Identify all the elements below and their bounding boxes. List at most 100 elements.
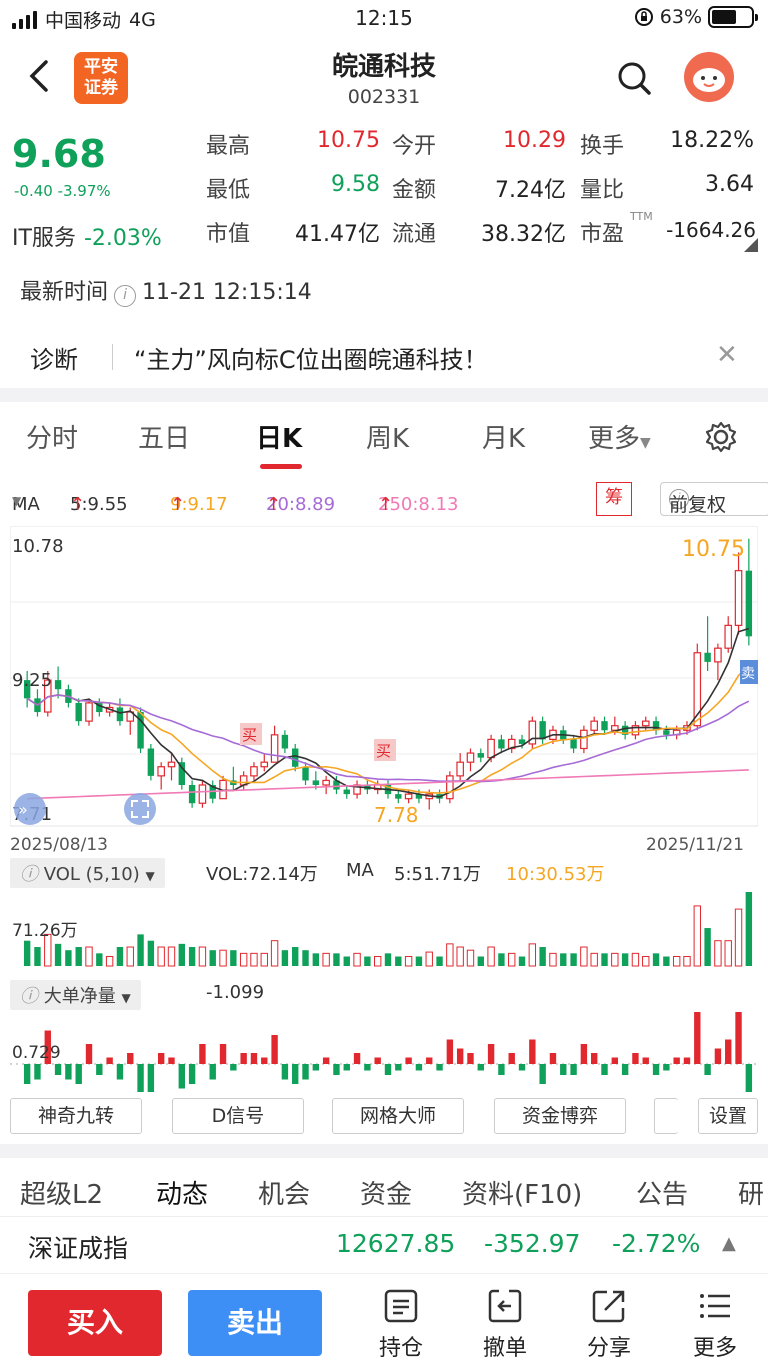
- candle[interactable]: [580, 729, 588, 750]
- tab-five-day[interactable]: 五日: [138, 418, 190, 455]
- volume-selector[interactable]: ⓘ VOL (5,10) ▼: [10, 858, 165, 888]
- candle[interactable]: [343, 789, 350, 795]
- volume-bar: [672, 956, 681, 967]
- volume-chart[interactable]: 71.26万: [10, 886, 758, 968]
- candle[interactable]: [590, 720, 598, 731]
- caret-icon: ▼: [145, 869, 155, 883]
- candle[interactable]: [498, 739, 505, 749]
- indicator-fund-game[interactable]: 资金博弈: [494, 1098, 626, 1134]
- tab-opportunity[interactable]: 机会: [258, 1174, 310, 1211]
- assistant-avatar-icon[interactable]: [684, 52, 734, 102]
- indicator-nine-turn[interactable]: 神奇九转: [10, 1098, 142, 1134]
- tab-news[interactable]: 动态: [156, 1174, 208, 1211]
- volume-bar: [436, 956, 443, 966]
- diagnosis-text[interactable]: “主力”风向标C位出圈皖通科技！: [134, 340, 488, 375]
- candle[interactable]: [292, 748, 299, 767]
- big-order-chart[interactable]: 0.729: [10, 1008, 758, 1092]
- tab-super-l2[interactable]: 超级L2: [20, 1174, 103, 1211]
- candle[interactable]: [714, 647, 722, 663]
- volume-bar: [230, 950, 237, 966]
- info-icon[interactable]: i: [114, 285, 137, 307]
- candle[interactable]: [477, 753, 484, 758]
- big-order-selector[interactable]: ⓘ 大单净量 ▼: [10, 980, 141, 1010]
- candle[interactable]: [734, 570, 743, 626]
- more-button[interactable]: 更多: [670, 1288, 760, 1362]
- close-icon[interactable]: ✕: [716, 340, 738, 370]
- big-order-bar: [96, 1064, 103, 1075]
- volume-bar: [302, 950, 309, 966]
- gear-icon[interactable]: [704, 420, 738, 454]
- candle[interactable]: [539, 721, 546, 740]
- indicator-settings[interactable]: 设置: [698, 1098, 758, 1134]
- candle[interactable]: [641, 720, 650, 727]
- indicator-grid-master[interactable]: 网格大师: [332, 1098, 464, 1134]
- tab-f10[interactable]: 资料(F10): [462, 1174, 582, 1211]
- candle[interactable]: [601, 721, 608, 731]
- tab-funds[interactable]: 资金: [360, 1174, 412, 1211]
- buy-button[interactable]: 买入: [28, 1290, 162, 1356]
- candle[interactable]: [487, 738, 495, 759]
- candle[interactable]: [404, 793, 413, 800]
- search-icon[interactable]: [616, 58, 652, 98]
- candle[interactable]: [75, 702, 82, 722]
- candle[interactable]: [147, 748, 155, 776]
- fullscreen-icon[interactable]: [124, 793, 156, 825]
- candle[interactable]: [745, 570, 753, 637]
- candle[interactable]: [116, 707, 124, 722]
- expand-corner-icon[interactable]: [744, 238, 758, 252]
- tab-research[interactable]: 研: [738, 1174, 764, 1211]
- volume-bar: [353, 952, 361, 967]
- info-icon: ⓘ: [20, 864, 44, 885]
- status-bar: 中国移动 4G 12:15 63%: [0, 0, 768, 40]
- index-ticker[interactable]: 深证成指 12627.85 -352.97 -2.72% ▲: [0, 1216, 768, 1274]
- header: 平安 证券 皖通科技 002331: [0, 40, 768, 118]
- candle[interactable]: [570, 739, 577, 749]
- tab-monthly-k[interactable]: 月K: [482, 418, 525, 455]
- sell-button[interactable]: 卖出: [188, 1290, 322, 1356]
- volume-bar: [75, 947, 82, 966]
- candle[interactable]: [198, 784, 207, 804]
- pe-ttm-tag: TTM: [630, 210, 653, 223]
- candle[interactable]: [395, 794, 402, 799]
- candle[interactable]: [85, 702, 93, 722]
- tab-more[interactable]: 更多▼: [588, 418, 651, 455]
- candle[interactable]: [312, 780, 320, 785]
- big-order-bar: [23, 1064, 31, 1084]
- chevron-up-icon[interactable]: ▲: [722, 1233, 736, 1254]
- candle[interactable]: [322, 779, 330, 786]
- tab-more-label: 更多: [588, 424, 641, 454]
- kline-chart[interactable]: 10.78 9.25 7.71 10.75 7.78 买 买 卖 » 2025/…: [10, 526, 758, 856]
- tab-daily-k[interactable]: 日K: [256, 418, 302, 455]
- adjustment-button[interactable]: i 前复权: [660, 482, 768, 516]
- candle[interactable]: [54, 680, 62, 690]
- candle[interactable]: [281, 734, 289, 749]
- tab-intraday[interactable]: 分时: [26, 418, 78, 455]
- chip-distribution-button[interactable]: 筹: [596, 482, 632, 516]
- candle[interactable]: [611, 725, 619, 731]
- candle[interactable]: [270, 734, 279, 763]
- share-button[interactable]: 分享: [564, 1288, 654, 1362]
- holdings-button[interactable]: 持仓: [356, 1288, 446, 1362]
- volume-bar: [85, 946, 93, 967]
- tab-weekly-k[interactable]: 周K: [366, 418, 409, 455]
- candle[interactable]: [302, 766, 309, 781]
- sector-info[interactable]: IT服务 -2.03%: [12, 220, 162, 252]
- date-end-label: 2025/11/21: [646, 835, 744, 855]
- cancel-order-button[interactable]: 撤单: [460, 1288, 550, 1362]
- diagnosis-banner[interactable]: 诊断 “主力”风向标C位出圈皖通科技！ ✕: [0, 322, 768, 388]
- candle[interactable]: [188, 784, 196, 804]
- candle[interactable]: [456, 761, 464, 777]
- candle[interactable]: [466, 752, 475, 763]
- big-order-selector-label: 大单净量: [43, 986, 116, 1007]
- candle[interactable]: [157, 766, 165, 777]
- candle[interactable]: [663, 730, 670, 735]
- indicator-partial[interactable]: [654, 1098, 678, 1134]
- tab-announcement[interactable]: 公告: [636, 1174, 688, 1211]
- candle[interactable]: [704, 652, 711, 662]
- indicator-d-signal[interactable]: D信号: [172, 1098, 304, 1134]
- candle[interactable]: [260, 761, 269, 768]
- candle[interactable]: [250, 766, 258, 777]
- candle[interactable]: [167, 761, 176, 768]
- candle[interactable]: [724, 624, 733, 649]
- candle[interactable]: [446, 775, 454, 800]
